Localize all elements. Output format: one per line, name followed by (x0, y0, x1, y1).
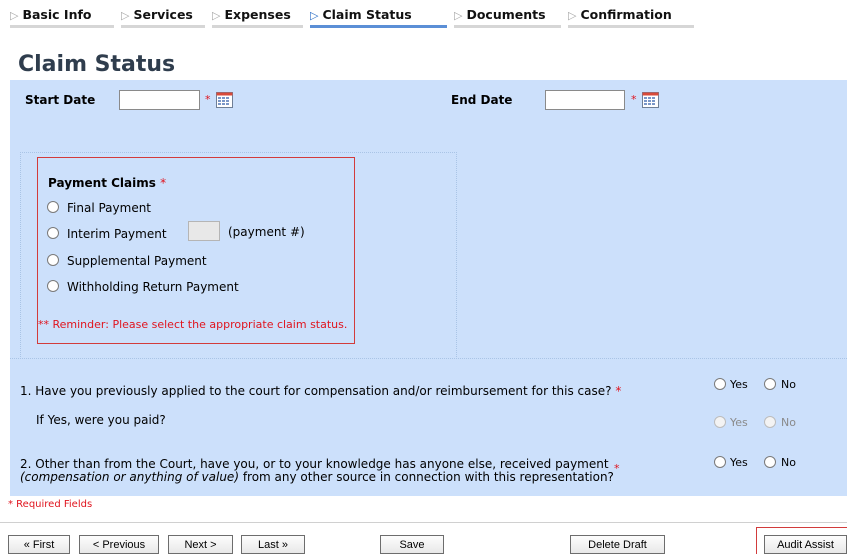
start-date-label: Start Date (25, 93, 96, 107)
chevron-right-icon: ▷ (10, 9, 19, 22)
last-button[interactable]: Last » (241, 535, 305, 554)
q1-no-radio[interactable] (764, 378, 776, 390)
required-marker: * (631, 93, 637, 106)
supplemental-payment-label: Supplemental Payment (67, 254, 207, 268)
q1-paid-no-radio[interactable] (764, 416, 776, 428)
claim-status-reminder: ** Reminder: Please select the appropria… (38, 318, 348, 331)
tab-label: Documents (466, 7, 546, 22)
radio-supplemental-payment[interactable] (47, 254, 59, 266)
tab-basic-info[interactable]: ▷ Basic Info (10, 2, 114, 28)
q1-no-label: No (781, 378, 796, 391)
audit-assist-button[interactable]: Audit Assist (764, 535, 847, 554)
tab-label: Claim Status (322, 7, 412, 22)
q1-paid-yes-radio[interactable] (714, 416, 726, 428)
tab-services[interactable]: ▷ Services (121, 2, 205, 28)
question-2-line-2: (compensation or anything of value) from… (20, 470, 614, 484)
previous-button[interactable]: < Previous (79, 535, 159, 554)
question-2-line-1: 2. Other than from the Court, have you, … (20, 457, 609, 471)
tab-label: Basic Info (22, 7, 92, 22)
calendar-icon[interactable] (216, 92, 233, 108)
required-marker: * (205, 93, 211, 106)
chevron-right-icon: ▷ (568, 9, 577, 22)
q1-paid-yes-label: Yes (730, 416, 748, 429)
payment-number-input[interactable] (188, 221, 220, 241)
required-fields-note: * Required Fields (8, 499, 93, 510)
start-date-input[interactable] (119, 90, 200, 110)
radio-final-payment[interactable] (47, 201, 59, 213)
question-1-followup: If Yes, were you paid? (36, 413, 166, 427)
calendar-icon[interactable] (642, 92, 659, 108)
tab-documents[interactable]: ▷ Documents (454, 2, 561, 28)
chevron-right-icon: ▷ (212, 9, 221, 22)
payment-number-label: (payment #) (228, 225, 305, 239)
tab-label: Services (133, 7, 193, 22)
section-divider (10, 358, 847, 359)
footer-divider (0, 522, 847, 523)
q1-paid-no-label: No (781, 416, 796, 429)
delete-draft-button[interactable]: Delete Draft (570, 535, 665, 554)
tab-label: Confirmation (580, 7, 672, 22)
radio-interim-payment[interactable] (47, 227, 59, 239)
tab-expenses[interactable]: ▷ Expenses (212, 2, 303, 28)
q2-yes-radio[interactable] (714, 456, 726, 468)
chevron-right-icon: ▷ (121, 9, 130, 22)
tab-confirmation[interactable]: ▷ Confirmation (568, 2, 694, 28)
question-1: 1. Have you previously applied to the co… (20, 384, 622, 398)
tab-claim-status[interactable]: ▷ Claim Status (310, 2, 447, 28)
tab-label: Expenses (224, 7, 291, 22)
end-date-input[interactable] (545, 90, 625, 110)
first-button[interactable]: « First (8, 535, 70, 554)
q2-no-radio[interactable] (764, 456, 776, 468)
q1-yes-radio[interactable] (714, 378, 726, 390)
withholding-return-payment-label: Withholding Return Payment (67, 280, 239, 294)
chevron-right-icon: ▷ (454, 9, 463, 22)
radio-withholding-return-payment[interactable] (47, 280, 59, 292)
end-date-label: End Date (451, 93, 513, 107)
q2-no-label: No (781, 456, 796, 469)
interim-payment-label: Interim Payment (67, 227, 167, 241)
save-button[interactable]: Save (380, 535, 444, 554)
q1-yes-label: Yes (730, 378, 748, 391)
required-marker: * (614, 462, 620, 475)
next-button[interactable]: Next > (168, 535, 233, 554)
q2-yes-label: Yes (730, 456, 748, 469)
wizard-tabs: ▷ Basic Info ▷ Services ▷ Expenses ▷ Claim S… (0, 0, 847, 28)
payment-claims-heading: Payment Claims * (48, 176, 167, 190)
chevron-right-icon: ▷ (310, 9, 319, 22)
page-title: Claim Status (18, 52, 176, 77)
final-payment-label: Final Payment (67, 201, 152, 215)
